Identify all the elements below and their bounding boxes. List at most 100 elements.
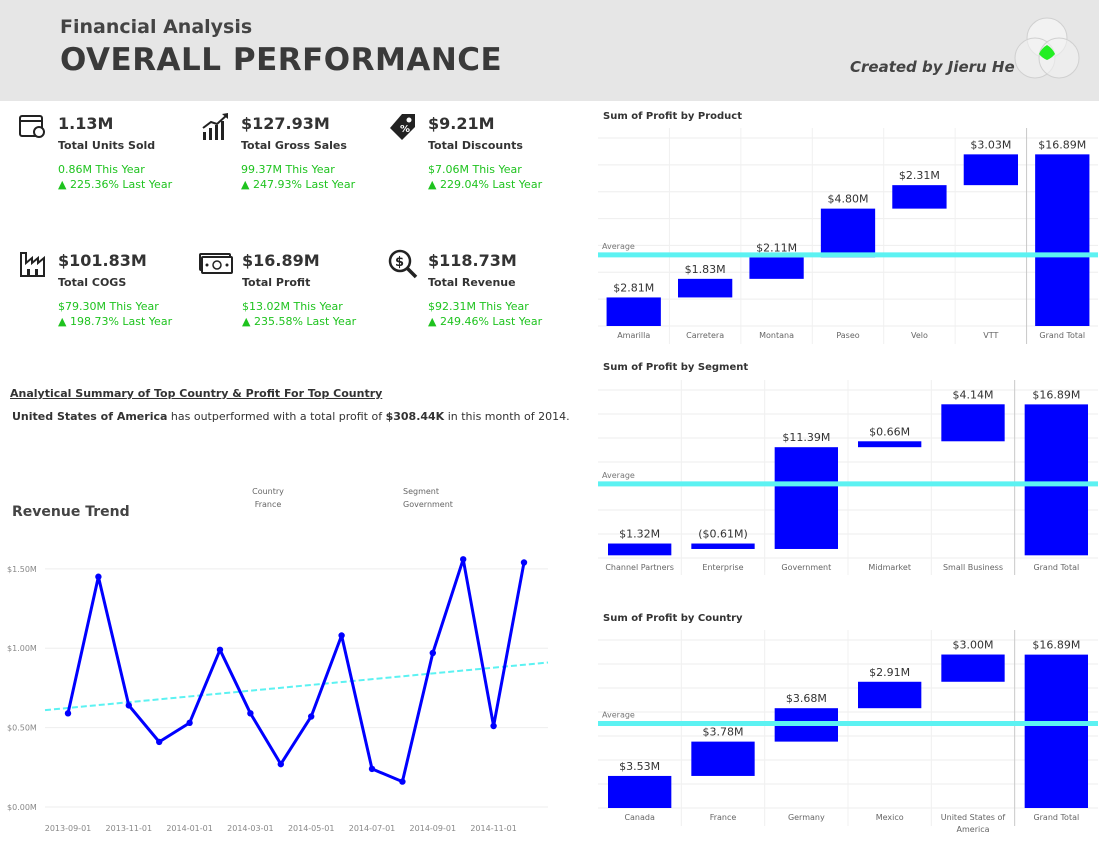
x-tick-label: 2014-11-01 [470,824,517,833]
data-point [277,760,284,768]
country-filter[interactable]: Country France [248,485,288,511]
data-point [460,556,467,563]
revenue-line [66,557,526,784]
kpi-label: Total Profit [242,276,311,289]
dashboard-subtitle: Financial Analysis [60,16,253,38]
category-label: Midmarket [868,563,911,572]
bar-value-label: $11.39M [782,431,830,444]
waterfall-bar [820,208,876,258]
waterfall-bar [608,775,672,808]
cash-icon [199,253,233,274]
category-label: Montana [759,331,794,340]
data-point [490,722,497,730]
summary-text: United States of America has outperforme… [12,410,570,423]
segment-filter-value[interactable]: Government [396,498,460,511]
svg-text:%: % [400,124,410,135]
average-line-label: Average [602,242,635,251]
waterfall-bar [1035,154,1090,326]
kpi-revenue: $ $118.73M Total Revenue $92.31M This Ye… [388,249,568,349]
waterfall-bar [691,741,755,776]
segment-filter-label: Segment [403,487,439,496]
category-label: Velo [911,331,928,340]
category-label: Paseo [836,331,859,340]
kpi-profit: $16.89M Total Profit $13.02M This Year ▲… [199,249,379,349]
revenue-trend-chart: $0.00M $0.50M $1.00M $1.50M 2013-09-01 2013-1… [7,556,549,833]
kpi-this-year: 99.37M This Year [241,163,335,176]
y-tick-label: $1.50M [7,565,37,574]
waterfall-bar [941,404,1005,442]
bar-value-label: ($0.61M) [698,528,748,541]
dollar-search-icon: $ [388,249,418,279]
kpi-value: $127.93M [241,114,330,133]
country-filter-label: Country [252,487,284,496]
waterfall-bar [858,441,922,448]
dashboard-title: OVERALL PERFORMANCE [60,42,503,78]
country-chart-title: Sum of Profit by Country [603,613,743,624]
average-line-label: Average [602,711,635,720]
waterfall-bar [774,447,838,549]
author-credit: Created by Jieru He [850,58,1015,76]
category-label: Grand Total [1033,813,1079,822]
bar-value-label: $4.14M [953,388,994,401]
y-tick-label: $0.00M [7,803,37,812]
bar-value-label: $2.91M [869,666,910,679]
waterfall-bar [1024,654,1088,808]
bar-value-label: $16.89M [1038,138,1086,151]
kpi-label: Total COGS [58,276,127,289]
profit-by-country-chart: $3.53M Canada $3.78M France $3.68M Germany $2.… [598,630,1098,834]
category-label: Grand Total [1033,563,1079,572]
price-tag-icon: % [390,114,415,140]
x-tick-label: 2013-09-01 [45,824,92,833]
data-point [216,646,224,653]
waterfall-bar [941,654,1005,682]
data-point [247,710,254,717]
kpi-this-year: $7.06M This Year [428,163,522,176]
category-label: Enterprise [702,563,743,572]
x-tick-label: 2014-09-01 [410,824,457,833]
kpi-this-year: $13.02M This Year [242,300,343,313]
average-line-label: Average [602,471,635,480]
segment-filter[interactable]: Segment Government [396,485,460,511]
category-label: VTT [983,331,998,340]
bar-value-label: $1.83M [685,263,726,276]
x-tick-label: 2013-11-01 [106,824,153,833]
y-tick-label: $1.00M [7,644,37,653]
bar-value-label: $16.89M [1032,388,1080,401]
bar-value-label: $3.03M [970,138,1011,151]
waterfall-bar [691,543,755,549]
data-point [368,765,376,773]
waterfall-bar [749,257,804,279]
data-point [125,702,132,709]
category-label: Germany [788,813,825,822]
data-point [520,559,528,566]
kpi-value: 1.13M [58,114,114,133]
svg-text:$: $ [395,255,404,270]
waterfall-bar [1024,404,1088,556]
kpi-label: Total Discounts [428,139,523,152]
kpi-last-year: ▲ 247.93% Last Year [241,178,356,191]
kpi-this-year: 0.86M This Year [58,163,145,176]
revenue-trend-title: Revenue Trend [12,504,130,520]
kpi-last-year: ▲ 249.46% Last Year [428,315,543,328]
summary-text-part: in this month of 2014. [444,410,570,423]
segment-chart-title: Sum of Profit by Segment [603,362,749,373]
country-filter-value[interactable]: France [248,498,288,511]
category-label: France [710,813,737,822]
kpi-units-sold: 1.13M Total Units Sold 0.86M This Year ▲… [18,112,198,212]
data-point [156,738,163,746]
bar-value-label: $3.53M [619,760,660,773]
kpi-last-year: ▲ 225.36% Last Year [58,178,173,191]
summary-title: Analytical Summary of Top Country & Prof… [10,387,383,400]
category-label: Government [781,563,831,572]
data-point [95,573,102,580]
profit-by-segment-chart: $1.32M Channel Partners ($0.61M) Enterprise… [598,380,1098,575]
kpi-this-year: $79.30M This Year [58,300,159,313]
product-chart-title: Sum of Profit by Product [603,111,743,122]
bar-value-label: $3.00M [953,639,994,652]
kpi-this-year: $92.31M This Year [428,300,529,313]
bar-value-label: $3.78M [703,726,744,739]
waterfall-bar [678,278,733,298]
kpi-value: $118.73M [428,251,517,270]
kpi-value: $9.21M [428,114,495,133]
waterfall-bar [858,681,922,709]
